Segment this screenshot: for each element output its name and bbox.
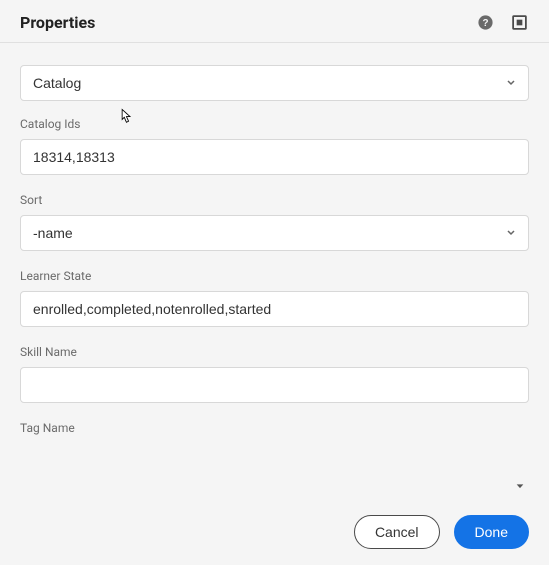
tag-name-group: Tag Name xyxy=(20,421,529,435)
catalog-ids-label: Catalog Ids xyxy=(20,117,529,131)
svg-text:?: ? xyxy=(482,18,488,29)
source-select-group: Catalog xyxy=(20,65,529,101)
skill-name-input[interactable] xyxy=(20,367,529,403)
source-select[interactable]: Catalog xyxy=(20,65,529,101)
skill-name-group: Skill Name xyxy=(20,345,529,403)
tag-name-label: Tag Name xyxy=(20,421,529,435)
header-actions: ? xyxy=(475,12,529,32)
cancel-button[interactable]: Cancel xyxy=(354,515,440,549)
fullscreen-icon[interactable] xyxy=(509,12,529,32)
done-button[interactable]: Done xyxy=(454,515,529,549)
learner-state-group: Learner State xyxy=(20,269,529,327)
panel-footer: Cancel Done xyxy=(0,501,549,565)
learner-state-label: Learner State xyxy=(20,269,529,283)
form-scroll-area[interactable]: Catalog Catalog Ids Sort -name xyxy=(0,43,549,501)
properties-panel: Properties ? Catalog xyxy=(0,0,549,565)
skill-name-label: Skill Name xyxy=(20,345,529,359)
panel-header: Properties ? xyxy=(0,0,549,43)
help-icon[interactable]: ? xyxy=(475,12,495,32)
sort-label: Sort xyxy=(20,193,529,207)
learner-state-input[interactable] xyxy=(20,291,529,327)
panel-title: Properties xyxy=(20,13,95,32)
sort-group: Sort -name xyxy=(20,193,529,251)
catalog-ids-group: Catalog Ids xyxy=(20,117,529,175)
catalog-ids-input[interactable] xyxy=(20,139,529,175)
sort-select[interactable]: -name xyxy=(20,215,529,251)
